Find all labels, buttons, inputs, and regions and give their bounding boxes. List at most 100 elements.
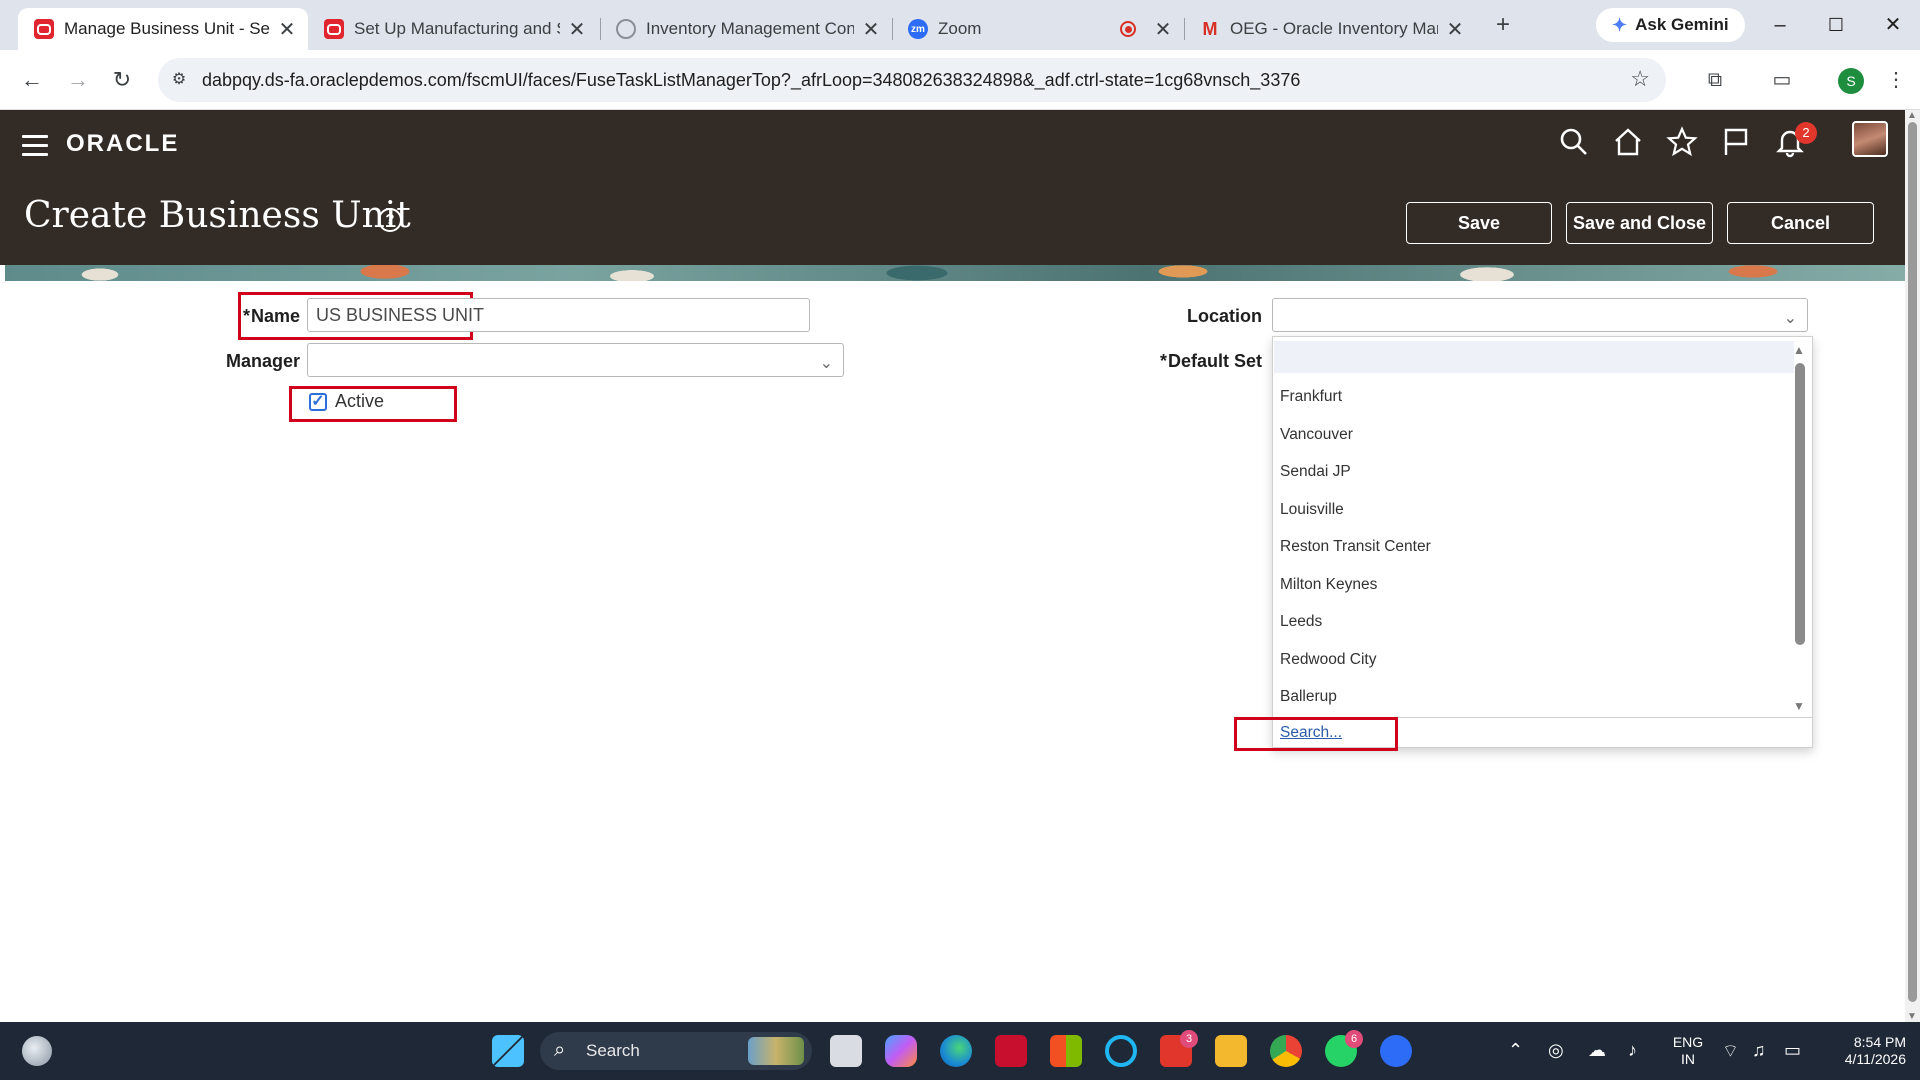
windows-start-icon[interactable] (492, 1035, 524, 1067)
chevron-down-icon[interactable]: ⌄ (820, 348, 833, 380)
dropdown-option[interactable]: Ballerup (1280, 688, 1337, 706)
browser-tab-gmail[interactable]: M OEG - Oracle Inventory Manag ✕ (1184, 8, 1476, 50)
zoom-icon: zm (908, 19, 928, 39)
new-tab-button[interactable]: + (1488, 10, 1518, 40)
oracle-header: ORACLE Create Business Unit ? Save Save … (0, 110, 1905, 265)
forward-icon[interactable]: → (62, 64, 94, 96)
mcafee-icon[interactable] (995, 1035, 1027, 1067)
taskbar-search-box[interactable]: ⌕ Search (540, 1032, 812, 1070)
battery-icon[interactable]: ▭ (1784, 1040, 1801, 1061)
browser-tab-zoom[interactable]: zm Zoom ✕ (892, 8, 1184, 50)
dropdown-option[interactable]: Sendai JP (1280, 463, 1351, 481)
dropdown-scrollbar-thumb[interactable] (1795, 363, 1805, 645)
dropdown-option[interactable]: Redwood City (1280, 651, 1377, 669)
lens-badge: 3 (1180, 1030, 1198, 1048)
profile-avatar[interactable]: S (1838, 68, 1864, 94)
tab-title: Set Up Manufacturing and Sup (354, 19, 560, 38)
chrome-icon[interactable] (1270, 1035, 1302, 1067)
home-icon[interactable] (1612, 126, 1648, 162)
browser-toolbar: ← → ↻ ⚙ dabpqy.ds-fa.oraclepdemos.com/fs… (0, 50, 1920, 110)
dropdown-option[interactable]: Frankfurt (1280, 388, 1342, 406)
gemini-sparkle-icon: ✦ (1612, 14, 1628, 35)
weather-icon[interactable] (22, 1036, 52, 1066)
site-settings-icon[interactable]: ⚙ (168, 69, 190, 91)
browser-tab-strip: Manage Business Unit - Setup ✕ Set Up Ma… (0, 0, 1920, 50)
tray-overflow-chevron-icon[interactable]: ⌃ (1508, 1040, 1523, 1061)
scroll-up-arrow-icon[interactable]: ▲ (1793, 343, 1805, 357)
page-scrollbar[interactable]: ▲ ▼ (1905, 110, 1920, 1022)
location-select[interactable]: ⌄ (1272, 298, 1808, 332)
save-and-close-button[interactable]: Save and Close (1566, 202, 1713, 244)
microphone-icon[interactable]: ♪ (1628, 1040, 1637, 1061)
search-icon: ⌕ (554, 1039, 566, 1061)
cast-icon[interactable]: ▭ (1766, 64, 1798, 96)
close-icon[interactable]: ✕ (860, 17, 882, 42)
name-label: *Name (242, 306, 300, 326)
cortana-icon[interactable] (1105, 1035, 1137, 1067)
dropdown-option[interactable]: Louisville (1280, 501, 1344, 519)
manager-label: Manager (225, 351, 300, 371)
save-button[interactable]: Save (1406, 202, 1552, 244)
name-field[interactable]: US BUSINESS UNIT (307, 298, 810, 332)
tab-title: Zoom (938, 19, 982, 38)
file-explorer-icon[interactable] (1215, 1035, 1247, 1067)
bookmark-star-icon[interactable]: ☆ (1630, 66, 1650, 92)
edge-browser-icon[interactable] (940, 1035, 972, 1067)
minimize-button[interactable]: – (1765, 10, 1795, 40)
url-text[interactable]: dabpqy.ds-fa.oraclepdemos.com/fscmUI/fac… (202, 58, 1300, 102)
zoom-app-icon[interactable] (1380, 1035, 1412, 1067)
tab-title: Inventory Management Config (646, 19, 854, 38)
decorative-banner (5, 265, 1905, 281)
scroll-up-arrow-icon[interactable]: ▲ (1907, 110, 1917, 121)
page-title: Create Business Unit (24, 195, 411, 236)
favorites-star-icon[interactable] (1666, 126, 1702, 162)
gemini-label: Ask Gemini (1635, 15, 1729, 34)
browser-tab-inventory-config[interactable]: Inventory Management Config ✕ (600, 8, 892, 50)
input-language[interactable]: ENG IN (1670, 1034, 1706, 1068)
cancel-button[interactable]: Cancel (1727, 202, 1874, 244)
notification-count-badge: 2 (1795, 122, 1817, 144)
page-scrollbar-thumb[interactable] (1908, 122, 1917, 1002)
system-clock[interactable]: 8:54 PM 4/11/2026 (1826, 1034, 1906, 1068)
address-bar[interactable]: ⚙ dabpqy.ds-fa.oraclepdemos.com/fscmUI/f… (158, 58, 1666, 102)
copilot-icon[interactable] (885, 1035, 917, 1067)
oracle-logo: ORACLE (66, 130, 180, 157)
browser-tab-manufacturing[interactable]: Set Up Manufacturing and Sup ✕ (308, 8, 598, 50)
dropdown-blank-option[interactable] (1274, 341, 1794, 373)
close-icon[interactable]: ✕ (1444, 17, 1466, 42)
location-dropdown-list: Frankfurt Vancouver Sendai JP Louisville… (1272, 336, 1813, 748)
dropdown-option[interactable]: Vancouver (1280, 426, 1353, 444)
help-icon[interactable]: ? (378, 208, 402, 232)
back-icon[interactable]: ← (16, 64, 48, 96)
onedrive-icon[interactable]: ☁ (1588, 1040, 1606, 1061)
globe-icon (616, 19, 636, 39)
close-icon[interactable]: ✕ (1152, 17, 1174, 42)
scroll-down-arrow-icon[interactable]: ▼ (1793, 699, 1805, 713)
scroll-down-arrow-icon[interactable]: ▼ (1907, 1011, 1917, 1022)
close-window-button[interactable]: ✕ (1878, 10, 1908, 40)
user-avatar[interactable] (1852, 121, 1888, 157)
search-icon[interactable] (1558, 126, 1594, 162)
extensions-icon[interactable]: ⧉ (1699, 64, 1731, 96)
chevron-down-icon[interactable]: ⌄ (1784, 303, 1797, 335)
browser-menu-icon[interactable]: ⋮ (1880, 64, 1912, 96)
task-view-icon[interactable] (830, 1035, 862, 1067)
hamburger-menu-icon[interactable] (22, 135, 48, 157)
ask-gemini-button[interactable]: ✦ Ask Gemini (1596, 8, 1745, 42)
volume-icon[interactable]: ♫ (1752, 1040, 1766, 1061)
maximize-button[interactable]: ☐ (1821, 10, 1851, 40)
tray-sync-icon[interactable]: ◎ (1548, 1040, 1564, 1061)
default-set-label: *Default Set (1159, 351, 1262, 371)
reload-icon[interactable]: ↻ (106, 64, 138, 96)
dropdown-option[interactable]: Leeds (1280, 613, 1322, 631)
browser-tab-manage-business-unit[interactable]: Manage Business Unit - Setup ✕ (18, 8, 308, 50)
manager-select[interactable]: ⌄ (307, 343, 844, 377)
dropdown-option[interactable]: Milton Keynes (1280, 576, 1377, 594)
close-icon[interactable]: ✕ (276, 17, 298, 42)
wifi-icon[interactable]: ⌔ (1722, 1040, 1739, 1063)
close-icon[interactable]: ✕ (566, 17, 588, 42)
flag-icon[interactable] (1720, 126, 1756, 162)
active-checkbox[interactable]: ✓ (309, 393, 327, 411)
microsoft-store-icon[interactable] (1050, 1035, 1082, 1067)
dropdown-option[interactable]: Reston Transit Center (1280, 538, 1431, 556)
